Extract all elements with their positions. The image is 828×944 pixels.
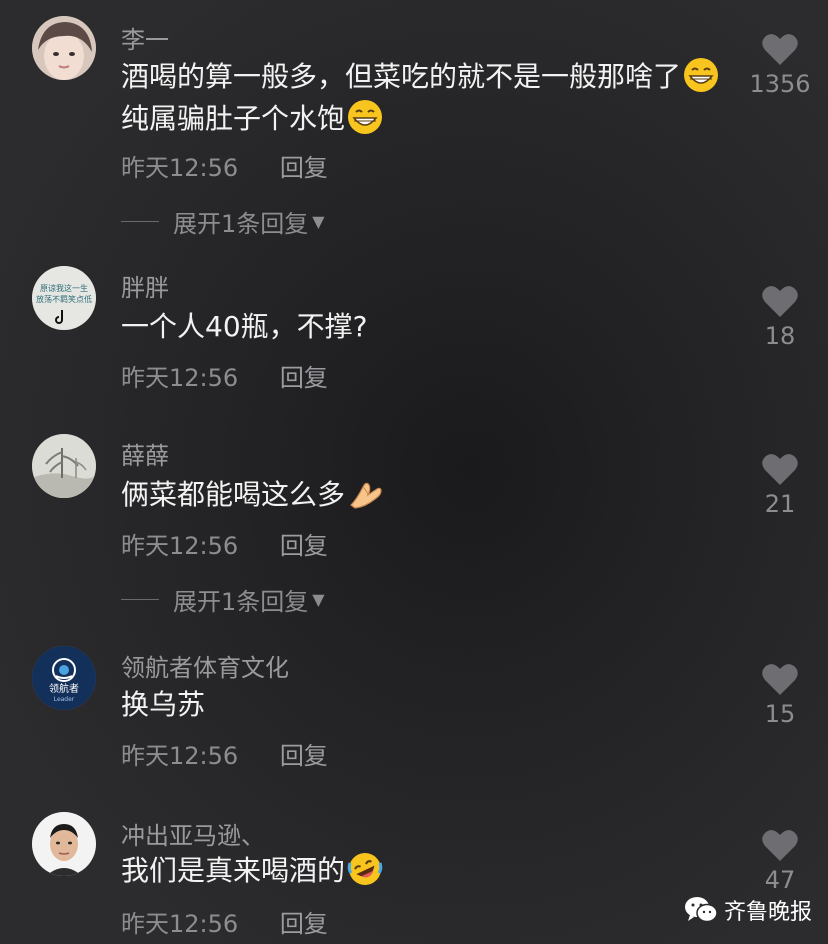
pinching-hand-icon: [347, 475, 383, 511]
heart-icon: [762, 34, 798, 65]
reply-button[interactable]: 回复: [280, 148, 328, 183]
reply-button[interactable]: 回复: [280, 526, 328, 561]
avatar-text: Leader: [54, 696, 75, 703]
comment-time: 昨天12:56: [121, 910, 239, 938]
comment-time: 昨天12:56: [121, 364, 239, 392]
grinning-face-icon: [347, 99, 383, 135]
reply-button[interactable]: 回复: [280, 358, 328, 393]
like-button[interactable]: 18: [746, 284, 814, 350]
caret-down-icon: ▼: [312, 212, 325, 231]
like-count: 15: [764, 700, 796, 728]
avatar[interactable]: 领航者 Leader: [32, 646, 96, 710]
comment-meta: 昨天12:56 回复: [121, 904, 328, 939]
comment-text: 换乌苏: [121, 688, 206, 721]
avatar[interactable]: [32, 16, 96, 80]
grinning-face-icon: [683, 57, 719, 93]
comment-text: 我们是真来喝酒的: [121, 850, 721, 892]
comment-username[interactable]: 李一: [121, 20, 169, 55]
expand-replies-button[interactable]: 展开1条回复 ▼: [121, 582, 325, 617]
comment-username[interactable]: 领航者体育文化: [121, 648, 289, 683]
avatar-text: 原谅我这一生: [40, 283, 88, 293]
watermark-text: 齐鲁晚报: [724, 900, 813, 925]
wechat-icon: [685, 897, 718, 923]
expand-replies-button[interactable]: 展开1条回复 ▼: [121, 204, 325, 239]
expand-replies-label: 展开1条回复: [173, 210, 309, 238]
caret-down-icon: ▼: [312, 590, 325, 609]
avatar-text: 放荡不羁笑点低: [36, 294, 92, 304]
comment-username[interactable]: 冲出亚马逊、: [121, 816, 265, 851]
comment-username[interactable]: 薛薛: [121, 436, 169, 471]
avatar[interactable]: [32, 434, 96, 498]
comment-time: 昨天12:56: [121, 742, 239, 770]
comment-text: 酒喝的算一般多，但菜吃的就不是一般那啥了 纯属骗肚子个水饱: [121, 56, 721, 140]
reply-button[interactable]: 回复: [280, 904, 328, 939]
like-count: 18: [764, 322, 796, 350]
heart-icon: [762, 664, 798, 695]
comment-time: 昨天12:56: [121, 532, 239, 560]
avatar[interactable]: 原谅我这一生 放荡不羁笑点低: [32, 266, 96, 330]
heart-icon: [762, 830, 798, 861]
like-button[interactable]: 21: [746, 452, 814, 518]
comment-meta: 昨天12:56 回复: [121, 736, 328, 771]
like-count: 1356: [749, 70, 811, 98]
heart-icon: [762, 286, 798, 317]
heart-icon: [762, 454, 798, 485]
divider: [121, 221, 159, 222]
like-count: 47: [764, 866, 796, 894]
comment-time: 昨天12:56: [121, 154, 239, 182]
like-button[interactable]: 15: [746, 662, 814, 728]
comment-text: 一个人40瓶，不撑?: [121, 310, 368, 343]
comment-text: 俩菜都能喝这么多: [121, 474, 721, 516]
watermark: 齐鲁晚报: [684, 894, 812, 926]
comment-username[interactable]: 胖胖: [121, 268, 169, 303]
comment-meta: 昨天12:56 回复: [121, 358, 328, 393]
rolling-on-floor-laughing-icon: [347, 851, 383, 887]
like-button[interactable]: 47: [746, 828, 814, 894]
avatar[interactable]: [32, 812, 96, 876]
expand-replies-label: 展开1条回复: [173, 588, 309, 616]
reply-button[interactable]: 回复: [280, 736, 328, 771]
avatar-text: 领航者: [49, 682, 79, 695]
divider: [121, 599, 159, 600]
comment-meta: 昨天12:56 回复: [121, 148, 328, 183]
like-button[interactable]: 1356: [746, 32, 814, 98]
comment-meta: 昨天12:56 回复: [121, 526, 328, 561]
like-count: 21: [764, 490, 796, 518]
